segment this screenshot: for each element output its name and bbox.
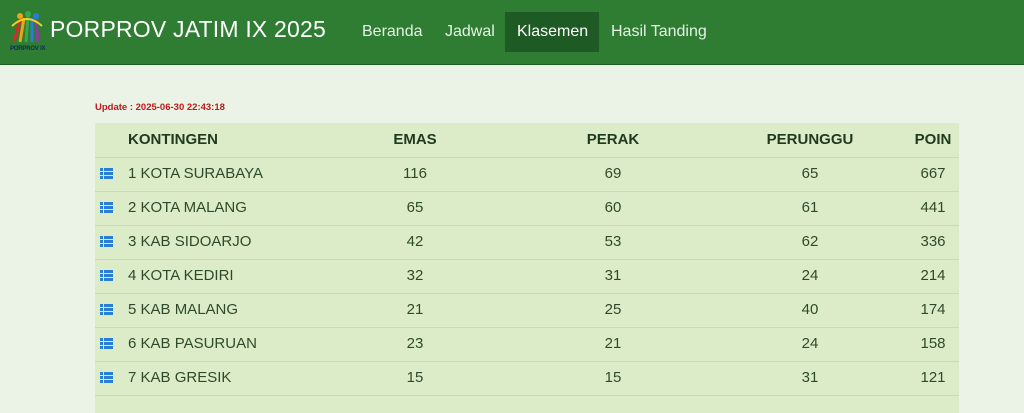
navbar: PORPROV IX PORPROV JATIM IX 2025 Beranda… [0, 0, 1024, 65]
perak-value: 25 [604, 301, 622, 318]
header-poin: POIN [914, 131, 952, 148]
perak-value: 15 [604, 369, 622, 386]
header-perunggu: PERUNGGU [766, 131, 854, 148]
poin-value: 121 [920, 369, 946, 386]
list-icon[interactable] [100, 168, 113, 179]
emas-value: 23 [406, 335, 424, 352]
list-icon[interactable] [100, 202, 113, 213]
kontingen-name: 4 KOTA KEDIRI [128, 267, 234, 284]
table-row[interactable]: 1 KOTA SURABAYA 116 69 65 667 [95, 157, 959, 192]
table-row[interactable]: 7 KAB GRESIK 15 15 31 121 [95, 361, 959, 396]
emas-value: 21 [406, 301, 424, 318]
nav-hasil-tanding[interactable]: Hasil Tanding [599, 12, 719, 52]
emas-value: 42 [406, 233, 424, 250]
emas-value: 32 [406, 267, 424, 284]
perunggu-value: 40 [801, 301, 819, 318]
kontingen-name: 6 KAB PASURUAN [128, 335, 257, 352]
perunggu-value: 61 [801, 199, 819, 216]
kontingen-name: 7 KAB GRESIK [128, 369, 232, 386]
list-icon[interactable] [100, 372, 113, 383]
header-emas: EMAS [393, 131, 437, 148]
emas-value: 116 [403, 165, 427, 182]
table-row[interactable]: 5 KAB MALANG 21 25 40 174 [95, 293, 959, 328]
perak-value: 60 [604, 199, 622, 216]
header-perak: PERAK [586, 131, 640, 148]
kontingen-name: 5 KAB MALANG [128, 301, 239, 318]
table-row[interactable]: 4 KOTA KEDIRI 32 31 24 214 [95, 259, 959, 294]
update-timestamp: Update : 2025-06-30 22:43:18 [95, 102, 225, 113]
perunggu-value: 65 [801, 165, 819, 182]
nav-klasemen[interactable]: Klasemen [505, 12, 599, 52]
poin-value: 158 [920, 335, 946, 352]
kontingen-name: 2 KOTA MALANG [128, 199, 247, 216]
poin-value: 174 [920, 301, 946, 318]
table-header: KONTINGEN EMAS PERAK PERUNGGU POIN [95, 123, 959, 158]
list-icon[interactable] [100, 338, 113, 349]
poin-value: 214 [920, 267, 946, 284]
perunggu-value: 31 [801, 369, 819, 386]
emas-value: 65 [406, 199, 424, 216]
perunggu-value: 62 [801, 233, 819, 250]
site-title[interactable]: PORPROV JATIM IX 2025 [50, 16, 326, 43]
perunggu-value: 24 [801, 335, 819, 352]
table-row[interactable]: 6 KAB PASURUAN 23 21 24 158 [95, 327, 959, 362]
nav-beranda[interactable]: Beranda [350, 12, 435, 52]
poin-value: 667 [920, 165, 946, 182]
header-kontingen: KONTINGEN [128, 131, 218, 148]
emas-value: 15 [406, 369, 424, 386]
poin-value: 441 [920, 199, 946, 216]
kontingen-name: 3 KAB SIDOARJO [128, 233, 252, 250]
porprov-logo-icon[interactable]: PORPROV IX [8, 10, 46, 54]
perak-value: 31 [604, 267, 622, 284]
perunggu-value: 24 [801, 267, 819, 284]
list-icon[interactable] [100, 236, 113, 247]
list-icon[interactable] [100, 304, 113, 315]
perak-value: 69 [604, 165, 622, 182]
kontingen-name: 1 KOTA SURABAYA [128, 165, 264, 182]
logo-text: PORPROV IX [10, 46, 46, 52]
nav-jadwal[interactable]: Jadwal [433, 12, 507, 52]
perak-value: 53 [604, 233, 622, 250]
table-row[interactable]: 2 KOTA MALANG 65 60 61 441 [95, 191, 959, 226]
list-icon[interactable] [100, 270, 113, 281]
table-row[interactable]: 3 KAB SIDOARJO 42 53 62 336 [95, 225, 959, 260]
poin-value: 336 [920, 233, 946, 250]
standings-table: KONTINGEN EMAS PERAK PERUNGGU POIN 1 KOT… [95, 123, 959, 413]
perak-value: 21 [604, 335, 622, 352]
